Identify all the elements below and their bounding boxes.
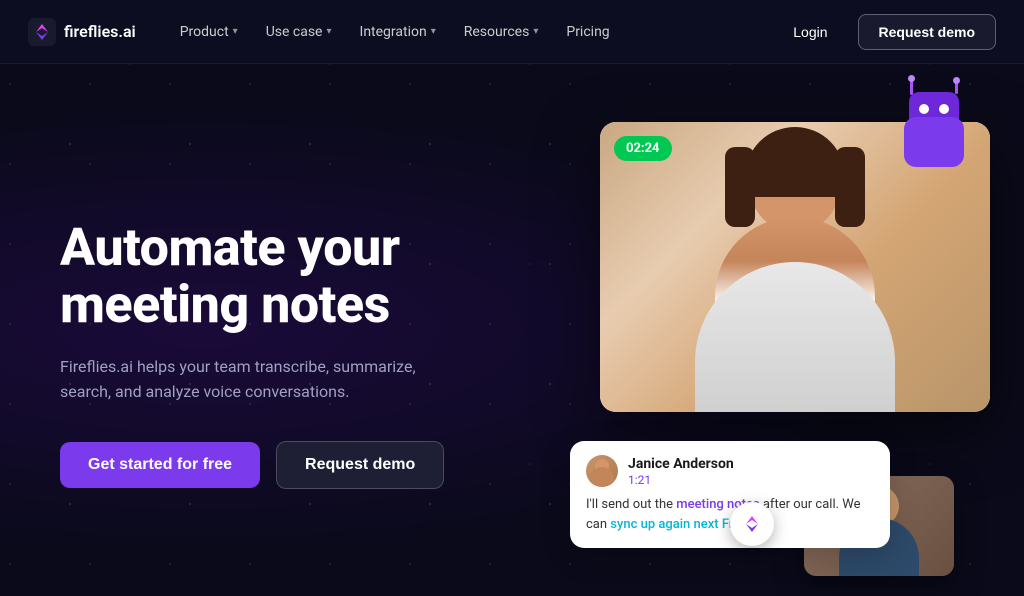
nav-actions: Login Request demo [775,14,996,50]
hero-title: Automate your meeting notes [60,219,540,333]
request-demo-hero-button[interactable]: Request demo [276,441,444,489]
login-button[interactable]: Login [775,16,845,48]
brand-name: fireflies.ai [64,22,136,41]
nav-links: Product ▾ Use case ▾ Integration ▾ Resou… [168,16,776,48]
hero-visual: 02:24 Janice Anderson 1:21 I'll send out… [540,112,964,596]
chat-name: Janice Anderson [628,456,734,472]
robot-eye-right [939,104,949,114]
nav-use-case[interactable]: Use case ▾ [254,16,344,48]
request-demo-nav-button[interactable]: Request demo [858,14,996,50]
nav-pricing[interactable]: Pricing [554,16,621,48]
chat-info: Janice Anderson 1:21 [628,456,734,487]
chevron-down-icon: ▾ [233,26,238,37]
robot-antenna-ball-left [908,75,915,82]
chevron-down-icon: ▾ [431,26,436,37]
chat-text-plain: I'll send out the [586,497,676,512]
chat-time: 1:21 [628,473,734,487]
video-hair-visual [745,127,845,197]
hero-content: Automate your meeting notes Fireflies.ai… [60,219,540,489]
nav-product[interactable]: Product ▾ [168,16,250,48]
nav-integration[interactable]: Integration ▾ [348,16,448,48]
nav-resources[interactable]: Resources ▾ [452,16,551,48]
robot-body [904,117,964,167]
navbar: fireflies.ai Product ▾ Use case ▾ Integr… [0,0,1024,64]
chat-header: Janice Anderson 1:21 [586,455,874,487]
robot-antenna-ball-right [953,77,960,84]
center-logo-badge [730,502,774,546]
get-started-button[interactable]: Get started for free [60,442,260,488]
hero-subtitle: Fireflies.ai helps your team transcribe,… [60,354,440,405]
robot-mascot [894,92,974,172]
robot-eye-left [919,104,929,114]
timer-badge: 02:24 [614,136,672,161]
video-body-visual [695,262,895,412]
chat-avatar [586,455,618,487]
chevron-down-icon: ▾ [533,26,538,37]
hero-buttons: Get started for free Request demo [60,441,540,489]
logo-icon [28,18,56,46]
center-logo-icon [740,512,764,536]
chevron-down-icon: ▾ [326,26,331,37]
logo[interactable]: fireflies.ai [28,18,136,46]
hero-section: Automate your meeting notes Fireflies.ai… [0,64,1024,596]
chat-bubble: Janice Anderson 1:21 I'll send out the m… [570,441,890,548]
